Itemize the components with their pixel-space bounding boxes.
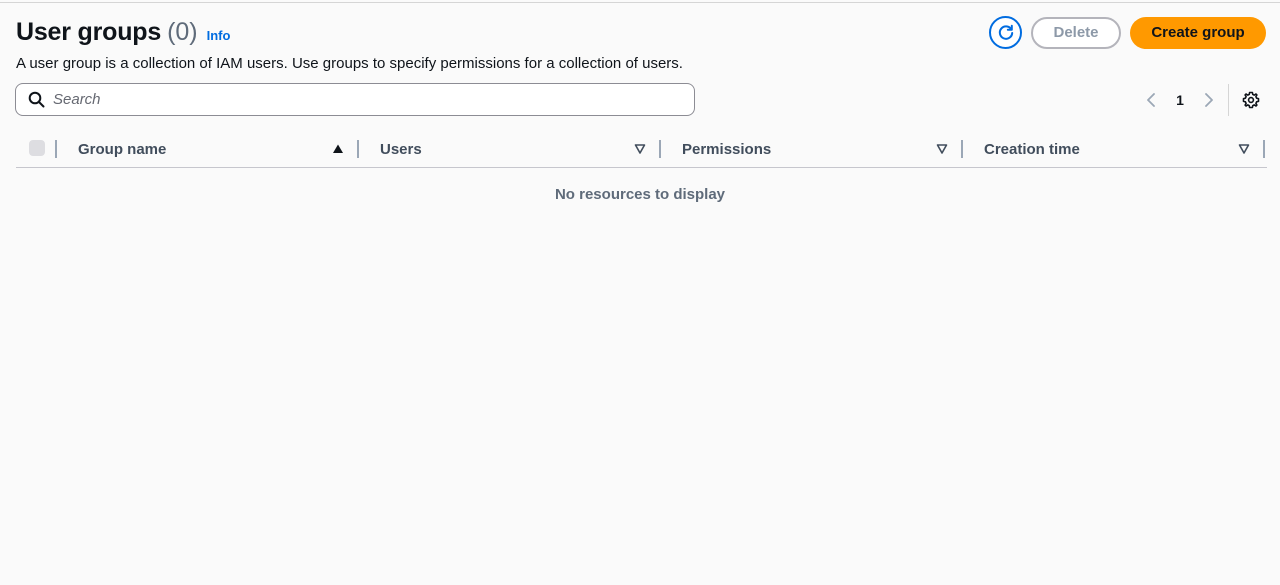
search-icon	[28, 91, 45, 108]
previous-page-button[interactable]	[1140, 88, 1162, 112]
column-header-permissions[interactable]: Permissions	[682, 141, 771, 158]
column-header-group-name[interactable]: Group name	[78, 141, 166, 158]
create-group-button[interactable]: Create group	[1130, 16, 1266, 49]
column-header-creation-time[interactable]: Creation time	[984, 141, 1080, 158]
preferences-button[interactable]	[1240, 89, 1262, 111]
pagination: 1	[1140, 87, 1220, 113]
search-box[interactable]	[15, 83, 695, 116]
column-divider[interactable]	[659, 140, 661, 158]
sort-descending-icon[interactable]	[936, 143, 948, 155]
current-page[interactable]: 1	[1162, 92, 1198, 108]
column-divider[interactable]	[357, 140, 359, 158]
search-input[interactable]	[53, 91, 673, 108]
column-divider[interactable]	[1263, 140, 1265, 158]
refresh-button[interactable]	[989, 16, 1022, 49]
refresh-icon	[998, 24, 1013, 40]
column-header-users[interactable]: Users	[380, 141, 422, 158]
info-link[interactable]: Info	[207, 28, 231, 43]
next-page-button[interactable]	[1198, 88, 1220, 112]
sort-descending-icon[interactable]	[1238, 143, 1250, 155]
empty-state-message: No resources to display	[554, 186, 726, 203]
chevron-right-icon	[1205, 93, 1213, 107]
gear-icon	[1242, 91, 1260, 109]
table-header: Group name Users Permissions Creation ti…	[16, 132, 1267, 168]
pagination-divider	[1228, 84, 1229, 116]
page-title: User groups	[16, 18, 162, 46]
header-actions: Delete Create group	[989, 16, 1266, 49]
top-divider	[0, 2, 1280, 3]
delete-button[interactable]: Delete	[1031, 16, 1121, 49]
column-divider[interactable]	[961, 140, 963, 158]
sort-descending-icon[interactable]	[634, 143, 646, 155]
column-divider	[55, 140, 57, 158]
page-description: A user group is a collection of IAM user…	[16, 55, 683, 72]
sort-ascending-icon[interactable]	[332, 143, 344, 155]
chevron-left-icon	[1147, 93, 1155, 107]
group-count: (0)	[167, 18, 198, 46]
select-all-checkbox[interactable]	[29, 140, 45, 156]
